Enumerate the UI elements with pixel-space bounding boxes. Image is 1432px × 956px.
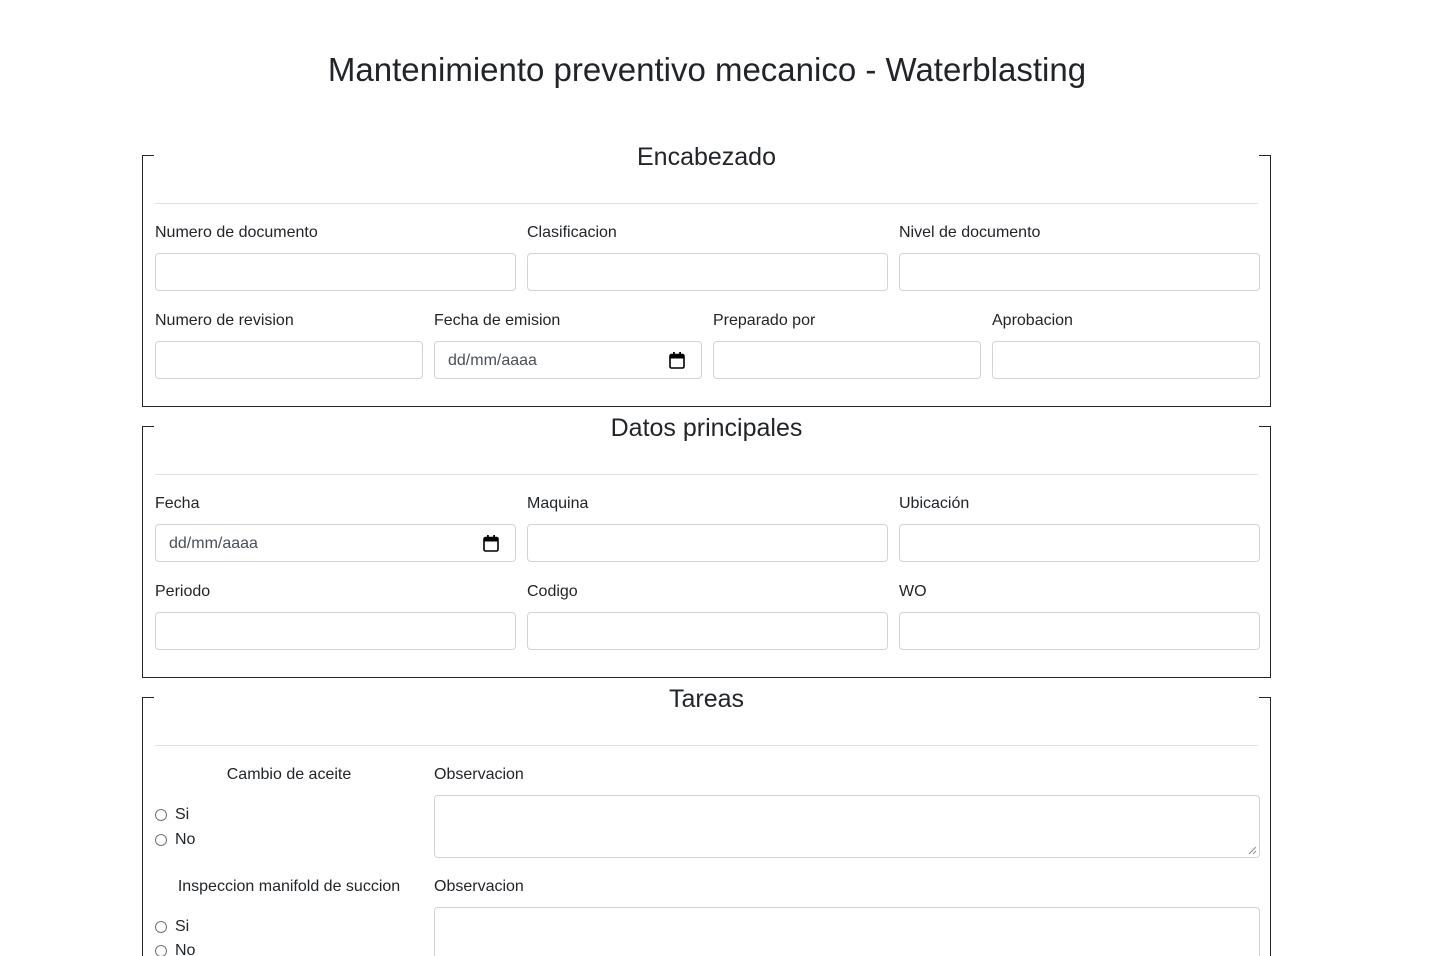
label-numero-documento: Numero de documento	[155, 224, 318, 241]
radio-button[interactable]	[155, 945, 167, 956]
label-periodo: Periodo	[155, 583, 211, 600]
divider	[155, 745, 1258, 746]
label-numero-revision: Numero de revision	[155, 312, 294, 329]
legend-datos-principales: Datos principales	[610, 414, 803, 442]
preparado-por-input[interactable]	[713, 341, 981, 379]
label-maquina: Maquina	[527, 495, 589, 512]
label-fecha-emision: Fecha de emision	[434, 312, 561, 329]
fieldset-tareas: Tareas Cambio de aceite Si No Observacio…	[142, 685, 1271, 956]
label-codigo: Codigo	[527, 583, 578, 600]
numero-revision-input[interactable]	[155, 341, 423, 379]
observacion-textarea[interactable]	[434, 795, 1260, 858]
radio-label: Si	[175, 806, 190, 823]
radio-label: No	[175, 831, 196, 848]
task-title-inspeccion-manifold: Inspeccion manifold de succion	[177, 878, 401, 895]
radio-button[interactable]	[155, 921, 167, 933]
label-preparado-por: Preparado por	[713, 312, 816, 329]
resize-grip-icon[interactable]	[1248, 846, 1257, 855]
task-title-cambio-aceite: Cambio de aceite	[226, 766, 352, 783]
date-placeholder: dd/mm/aaaa	[448, 352, 537, 369]
radio-button[interactable]	[155, 834, 167, 846]
fecha-emision-input[interactable]: dd/mm/aaaa	[434, 341, 702, 379]
observacion-textarea[interactable]	[434, 907, 1260, 956]
label-ubicacion: Ubicación	[899, 495, 970, 512]
radio-label: No	[175, 942, 196, 956]
calendar-icon[interactable]	[669, 352, 685, 369]
wo-input[interactable]	[899, 612, 1260, 650]
radio-label: Si	[175, 918, 190, 935]
maquina-input[interactable]	[527, 524, 888, 562]
nivel-documento-input[interactable]	[899, 253, 1260, 291]
label-clasificacion: Clasificacion	[527, 224, 617, 241]
label-aprobacion: Aprobacion	[992, 312, 1073, 329]
radio-option-si[interactable]: Si	[155, 804, 189, 826]
radio-option-no[interactable]: No	[155, 829, 195, 851]
fecha-input[interactable]: dd/mm/aaaa	[155, 524, 516, 562]
label-fecha: Fecha	[155, 495, 200, 512]
radio-option-si[interactable]: Si	[155, 916, 189, 938]
label-nivel-documento: Nivel de documento	[899, 224, 1041, 241]
form-page: Mantenimiento preventivo mecanico - Wate…	[0, 0, 1432, 956]
numero-documento-input[interactable]	[155, 253, 516, 291]
divider	[155, 203, 1258, 204]
divider	[155, 474, 1258, 475]
label-observacion: Observacion	[434, 878, 524, 895]
legend-tareas: Tareas	[668, 685, 745, 713]
label-observacion: Observacion	[434, 766, 524, 783]
clasificacion-input[interactable]	[527, 253, 888, 291]
codigo-input[interactable]	[527, 612, 888, 650]
legend-encabezado: Encabezado	[636, 143, 776, 171]
periodo-input[interactable]	[155, 612, 516, 650]
date-placeholder: dd/mm/aaaa	[169, 535, 258, 552]
ubicacion-input[interactable]	[899, 524, 1260, 562]
fieldset-encabezado: Encabezado Numero de documento Clasifica…	[142, 143, 1271, 407]
aprobacion-input[interactable]	[992, 341, 1260, 379]
radio-option-no[interactable]: No	[155, 940, 195, 956]
calendar-icon[interactable]	[483, 535, 499, 552]
radio-button[interactable]	[155, 809, 167, 821]
fieldset-datos-principales: Datos principales Fecha dd/mm/aaaa Maqui…	[142, 414, 1271, 678]
page-title: Mantenimiento preventivo mecanico - Wate…	[327, 51, 1087, 88]
label-wo: WO	[899, 583, 927, 600]
